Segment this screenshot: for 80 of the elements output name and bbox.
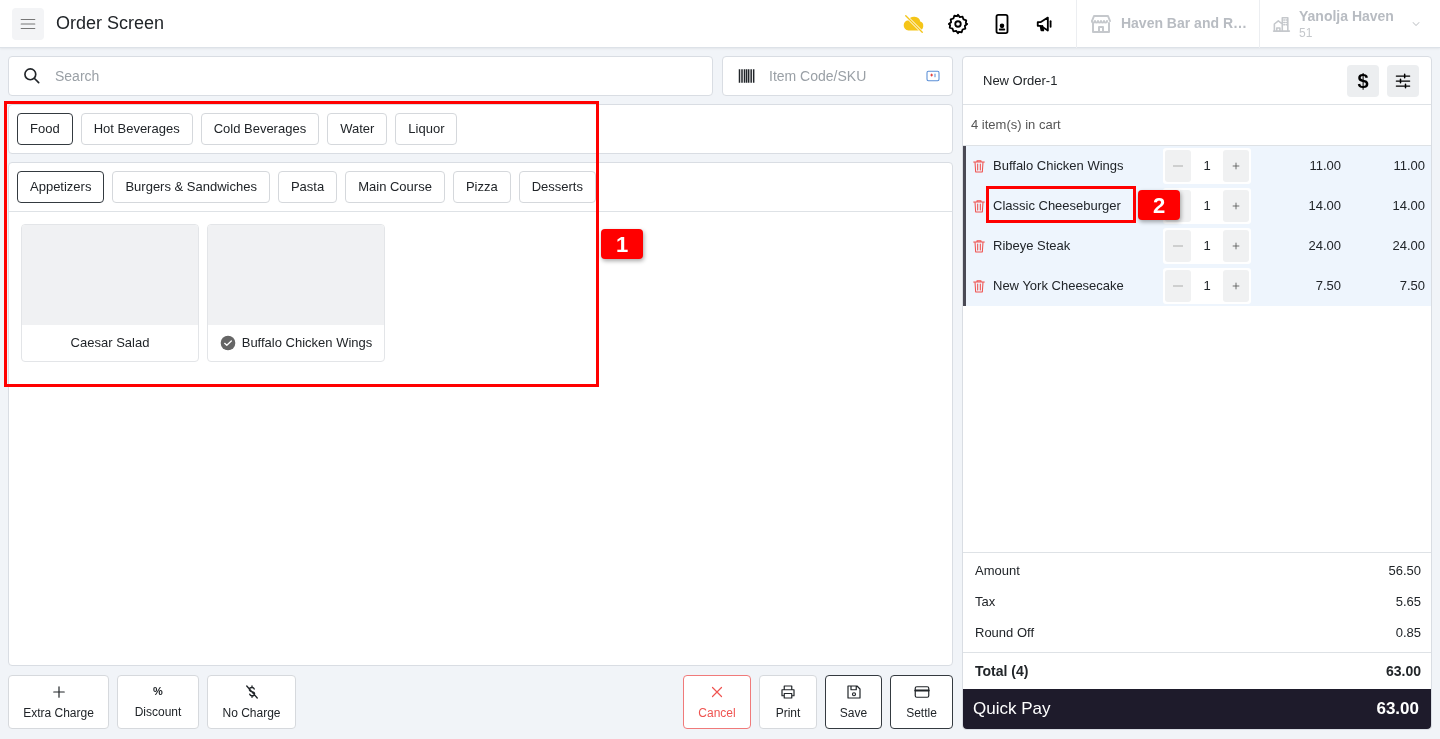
step-number-tooltip: 1 (601, 229, 643, 259)
decrease-button[interactable] (1165, 149, 1191, 182)
item-price: 24.00 (1307, 236, 1341, 255)
minus-icon (1173, 284, 1183, 287)
category-tab[interactable]: Cold Beverages (200, 113, 320, 145)
item-name: New York Cheesecake (993, 277, 1124, 293)
plus-icon (1231, 240, 1241, 251)
action-button[interactable]: Print (759, 675, 817, 729)
product-card[interactable]: Caesar Salad (21, 224, 199, 362)
product-card[interactable]: Buffalo Chicken Wings (207, 224, 385, 362)
decrease-button[interactable] (1165, 229, 1191, 262)
subcategory-tab[interactable]: Pasta (277, 171, 338, 203)
category-tab[interactable]: Hot Beverages (80, 113, 193, 145)
printer-icon (779, 682, 797, 701)
product-name: Caesar Salad (70, 334, 150, 353)
total-value: 63.00 (1385, 661, 1421, 681)
product-name: Buffalo Chicken Wings (241, 334, 373, 353)
summary-value: 56.50 (1388, 561, 1421, 580)
currency-button[interactable]: $ (1347, 64, 1379, 97)
ticket-icon (925, 68, 941, 84)
step-number-tooltip: 2 (1138, 190, 1180, 220)
summary-label: Round Off (975, 623, 1035, 642)
item-name: Classic Cheeseburger (993, 197, 1121, 213)
quick-pay-button[interactable]: Quick Pay 63.00 (963, 689, 1431, 729)
action-button[interactable]: No Charge (207, 675, 296, 729)
search-field[interactable]: Search (8, 56, 713, 96)
menu-button[interactable] (12, 7, 44, 40)
decrease-button[interactable] (1165, 269, 1191, 302)
summary-value: 5.65 (1395, 592, 1421, 611)
subcategory-tab[interactable]: Burgers & Sandwiches (112, 171, 270, 203)
subcategory-tab[interactable]: Main Course (345, 171, 445, 203)
summary-label: Tax (975, 592, 996, 611)
item-total: 14.00 (1391, 196, 1425, 215)
item-name: Buffalo Chicken Wings (993, 157, 1124, 173)
summary-value: 0.85 (1395, 623, 1421, 642)
category-tab[interactable]: Liquor (395, 113, 458, 145)
plus-icon (1231, 200, 1241, 211)
plus-icon (1231, 280, 1241, 291)
increase-button[interactable] (1223, 269, 1249, 302)
cart-count: 4 item(s) in cart (963, 105, 1431, 146)
cloud-off-icon (902, 12, 925, 35)
summary-label: Amount (975, 561, 1020, 580)
item-total: 11.00 (1392, 156, 1425, 175)
item-total: 24.00 (1391, 236, 1425, 255)
account-name: Yanolja Haven (1299, 8, 1394, 23)
quantity: 1 (1202, 156, 1212, 175)
category-tab[interactable]: Water (327, 113, 388, 145)
subcategory-tab[interactable]: Desserts (518, 171, 596, 203)
account-number: 51 (1299, 26, 1314, 39)
floppy-disk-icon (844, 682, 863, 701)
total-label: Total (4) (975, 661, 1029, 681)
sku-field[interactable]: Item Code/SKU (722, 56, 953, 96)
action-button[interactable]: Settle (890, 675, 953, 729)
minus-icon (1173, 244, 1183, 247)
item-price: 11.00 (1308, 156, 1341, 175)
plus-icon (1231, 160, 1241, 171)
settings-icon (946, 12, 969, 35)
order-title: New Order-1 (983, 71, 1059, 90)
category-tab[interactable]: Food (17, 113, 73, 145)
increase-button[interactable] (1223, 189, 1249, 222)
action-button[interactable]: Cancel (683, 675, 751, 729)
action-button[interactable]: % Discount (117, 675, 199, 729)
action-button[interactable]: Save (825, 675, 882, 729)
item-name: Ribeye Steak (993, 237, 1071, 253)
action-button[interactable]: Extra Charge (8, 675, 109, 729)
quantity: 1 (1202, 276, 1212, 295)
minus-icon (1173, 164, 1183, 167)
subcategory-tab[interactable]: Appetizers (17, 171, 105, 203)
search-icon (22, 66, 42, 86)
percent-symbol: % (153, 684, 163, 700)
page-title: Order Screen (56, 12, 165, 35)
quantity: 1 (1202, 196, 1212, 215)
item-price: 14.00 (1307, 196, 1341, 215)
item-total: 7.50 (1398, 276, 1425, 295)
subcategory-tab[interactable]: Pizza (452, 171, 511, 203)
quantity: 1 (1202, 236, 1212, 255)
increase-button[interactable] (1223, 229, 1249, 262)
filter-button[interactable] (1387, 64, 1419, 97)
item-price: 7.50 (1314, 276, 1341, 295)
increase-button[interactable] (1223, 149, 1249, 182)
